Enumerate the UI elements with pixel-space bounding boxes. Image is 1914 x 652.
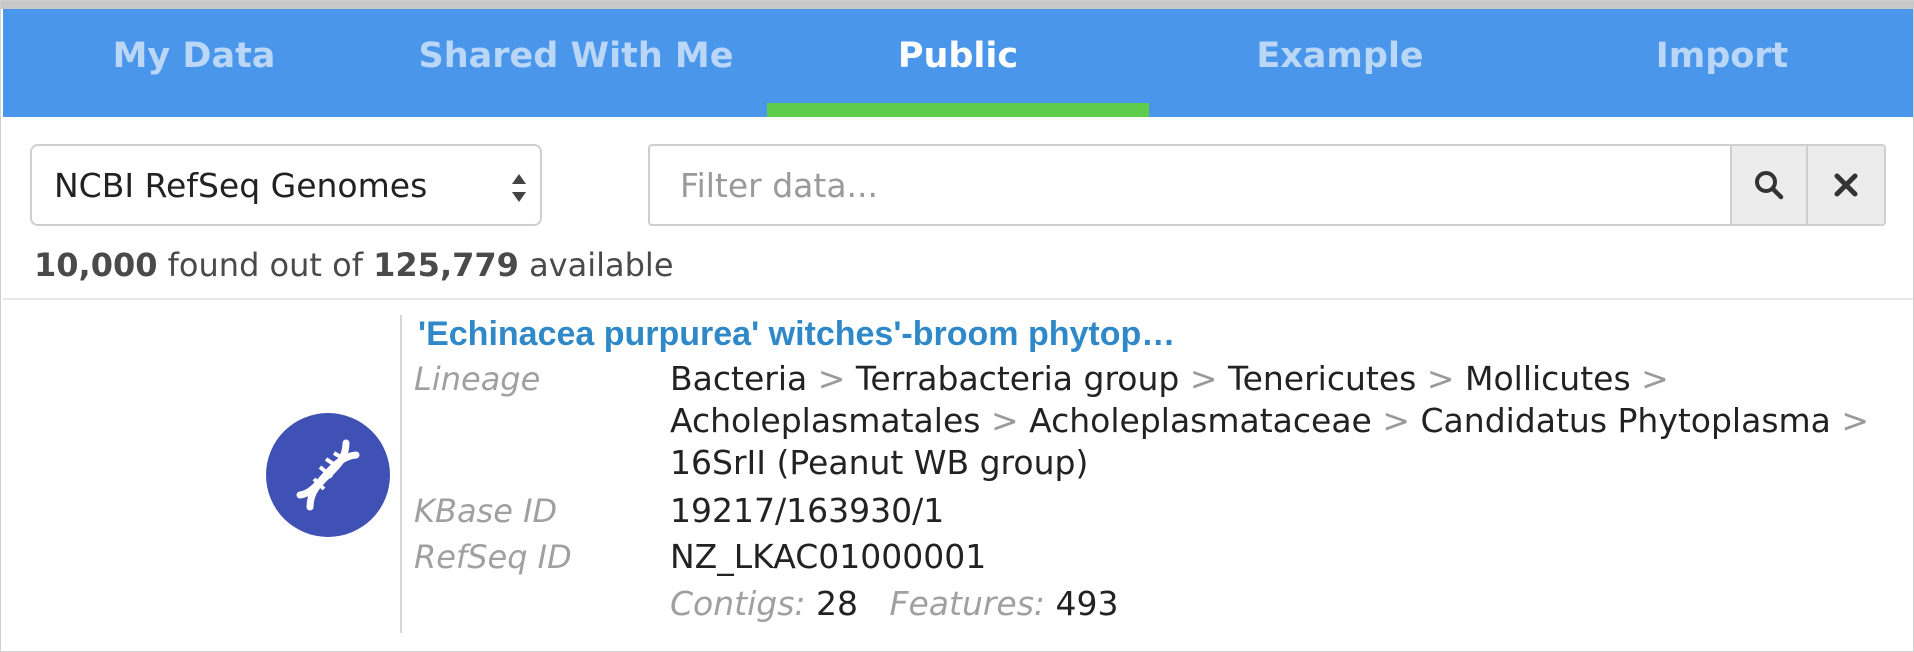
lineage-separator: >	[1189, 359, 1218, 398]
tab-bar: My Data Shared With Me Public Example Im…	[3, 9, 1913, 117]
lineage-separator: >	[990, 401, 1019, 440]
genome-title-link[interactable]: 'Echinacea purpurea' witches'-broom phyt…	[418, 315, 1175, 354]
found-count: 10,000	[34, 246, 158, 284]
lineage-separator: >	[1382, 401, 1411, 440]
refseq-id-label: RefSeq ID	[414, 538, 572, 576]
filter-group	[648, 144, 1886, 226]
available-text: available	[529, 246, 674, 284]
source-select-value: NCBI RefSeq Genomes	[54, 165, 428, 205]
tab-my-data[interactable]: My Data	[3, 9, 385, 117]
close-icon	[1834, 173, 1858, 197]
select-arrows-icon	[512, 174, 526, 202]
dna-icon	[296, 439, 360, 511]
lineage-taxon: Tenericutes	[1228, 359, 1417, 398]
features-label: Features:	[889, 584, 1046, 623]
contigs-value: 28	[816, 584, 859, 623]
tab-public[interactable]: Public	[767, 9, 1149, 117]
tab-shared-with-me[interactable]: Shared With Me	[385, 9, 767, 117]
found-text: found out of	[167, 246, 363, 284]
lineage-separator: >	[1641, 359, 1669, 398]
lineage-taxon: Mollicutes	[1464, 359, 1631, 398]
kbase-id-value: 19217/163930/1	[670, 491, 945, 530]
tab-example[interactable]: Example	[1149, 9, 1531, 117]
search-icon	[1755, 171, 1784, 200]
clear-filter-button[interactable]	[1808, 144, 1886, 226]
lineage-separator: >	[1426, 359, 1455, 398]
lineage-taxon: Acholeplasmatales	[670, 401, 981, 440]
lineage-separator: >	[817, 359, 846, 398]
genome-avatar[interactable]	[266, 413, 390, 537]
search-button[interactable]	[1730, 144, 1808, 226]
data-panel: My Data Shared With Me Public Example Im…	[0, 0, 1914, 652]
lineage-separator: >	[1841, 401, 1870, 440]
available-count: 125,779	[373, 246, 519, 284]
features-value: 493	[1055, 584, 1119, 623]
refseq-id-value: NZ_LKAC01000001	[670, 537, 987, 576]
lineage-value: Bacteria > Terrabacteria group > Teneric…	[670, 358, 1869, 484]
lineage-label: Lineage	[414, 360, 541, 398]
lineage-taxon: Acholeplasmataceae	[1029, 401, 1372, 440]
lineage-taxon: 16SrII (Peanut WB group)	[670, 443, 1089, 482]
genome-stats: Contigs: 28 Features: 493	[670, 583, 1119, 625]
item-divider	[400, 315, 402, 633]
top-strip	[1, 1, 1914, 9]
source-select[interactable]: NCBI RefSeq Genomes	[30, 144, 542, 226]
filter-input[interactable]	[648, 144, 1730, 226]
contigs-label: Contigs:	[670, 584, 806, 623]
tab-import[interactable]: Import	[1531, 9, 1913, 117]
divider	[3, 298, 1913, 300]
lineage-taxon: Terrabacteria group	[855, 359, 1180, 398]
kbase-id-label: KBase ID	[414, 492, 558, 530]
results-count: 10,000 found out of 125,779 available	[34, 246, 674, 284]
lineage-taxon: Candidatus Phytoplasma	[1420, 401, 1831, 440]
lineage-taxon: Bacteria	[670, 359, 808, 398]
